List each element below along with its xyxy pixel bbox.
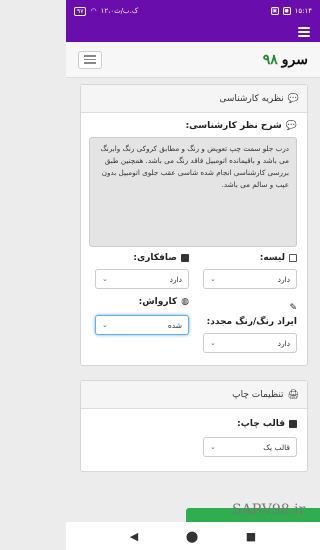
comment-title: شرح نظر کارشناسی:	[185, 121, 282, 131]
karvash-value: شده	[167, 320, 182, 330]
comment-section-title: 💬 شرح نظر کارشناسی:	[186, 121, 297, 131]
panel-title: تنظیمات چاپ	[232, 389, 284, 400]
basketball-icon: ◍	[181, 297, 189, 307]
battery-indicator: ۹۷	[74, 6, 87, 16]
iradrang-value: دارد	[277, 338, 290, 348]
print-settings-panel: 🖨 تنظیمات چاپ قالب چاپ: قالب یک ⌄	[80, 380, 308, 472]
iradrang-label-row: ایراد رنگ/رنگ مجدد:	[207, 317, 297, 327]
network-speed: ۱۲،۰ک.ب/ث	[100, 7, 139, 15]
chevron-down-icon: ⌄	[210, 339, 216, 347]
safkari-label-text: صافکاری:	[133, 253, 177, 263]
back-icon[interactable]: ◀	[130, 530, 138, 543]
system-nav-bar: ◀ ⬤ ■	[66, 522, 320, 550]
status-right: ▣ ● ۱۵:۱۴	[270, 7, 312, 15]
comment-icon: 💬	[287, 93, 299, 104]
template-label: قالب چاپ:	[237, 419, 297, 429]
lise-value: دارد	[277, 274, 290, 284]
printer-icon: 🖨	[287, 389, 299, 400]
safkari-value: دارد	[169, 274, 182, 284]
safkari-select[interactable]: دارد ⌄	[95, 269, 189, 289]
brand-text: سرو	[281, 51, 308, 68]
expert-opinion-panel: 💬 نظریه کارشناسی 💬 شرح نظر کارشناسی: درب…	[80, 84, 308, 366]
iradrang-label-text: ایراد رنگ/رنگ مجدد:	[206, 317, 297, 327]
chevron-down-icon: ⌄	[102, 321, 108, 329]
karvash-label-text: کارواش:	[138, 297, 178, 307]
safkari-label: صافکاری:	[133, 253, 189, 263]
app-icon: ▣	[270, 7, 279, 15]
wifi-icon: ◠	[90, 7, 97, 15]
lise-checkbox[interactable]	[289, 254, 297, 262]
recent-icon[interactable]: ■	[246, 530, 256, 543]
comment-icon: 💬	[285, 121, 297, 131]
navbar: سرو ۹۸	[66, 42, 320, 78]
brand-logo[interactable]: سرو ۹۸	[263, 52, 308, 68]
karvash-label: ◍ کارواش:	[139, 297, 189, 307]
status-left: ۹۷ ◠ ۱۲،۰ک.ب/ث	[74, 6, 139, 16]
navbar-toggle-button[interactable]	[78, 50, 102, 69]
pencil-icon: ✎	[289, 303, 297, 313]
lise-label: لیسه:	[260, 253, 297, 263]
lise-select[interactable]: دارد ⌄	[203, 269, 297, 289]
iradrang-label: ✎	[289, 303, 297, 313]
brand-number: ۹۸	[262, 51, 278, 68]
iradrang-select[interactable]: دارد ⌄	[203, 333, 297, 353]
status-time: ۱۵:۱۴	[294, 7, 312, 15]
watermark-text: SARV98.ir	[232, 502, 306, 518]
home-icon[interactable]: ⬤	[186, 530, 198, 543]
chevron-down-icon: ⌄	[102, 275, 108, 283]
panel-header: 🖨 تنظیمات چاپ	[81, 381, 307, 409]
karvash-select[interactable]: شده ⌄	[95, 315, 189, 335]
chevron-down-icon: ⌄	[210, 443, 216, 451]
square-icon	[181, 254, 189, 262]
chevron-down-icon: ⌄	[210, 275, 216, 283]
lise-label-text: لیسه:	[259, 253, 285, 263]
app-strip	[66, 22, 320, 42]
panel-header: 💬 نظریه کارشناسی	[81, 85, 307, 113]
template-value: قالب یک	[263, 442, 290, 452]
expert-comment-textarea[interactable]: درب جلو سمت چپ تعویض و رنگ و مطابق کروکی…	[89, 137, 297, 247]
template-select[interactable]: قالب یک ⌄	[203, 437, 297, 457]
panel-title: نظریه کارشناسی	[219, 93, 284, 104]
notification-icon: ●	[282, 7, 291, 15]
template-label-text: قالب چاپ:	[237, 419, 285, 429]
menu-icon[interactable]	[298, 27, 310, 37]
status-bar: ۹۷ ◠ ۱۲،۰ک.ب/ث ▣ ● ۱۵:۱۴	[66, 0, 320, 22]
file-icon	[289, 420, 297, 428]
